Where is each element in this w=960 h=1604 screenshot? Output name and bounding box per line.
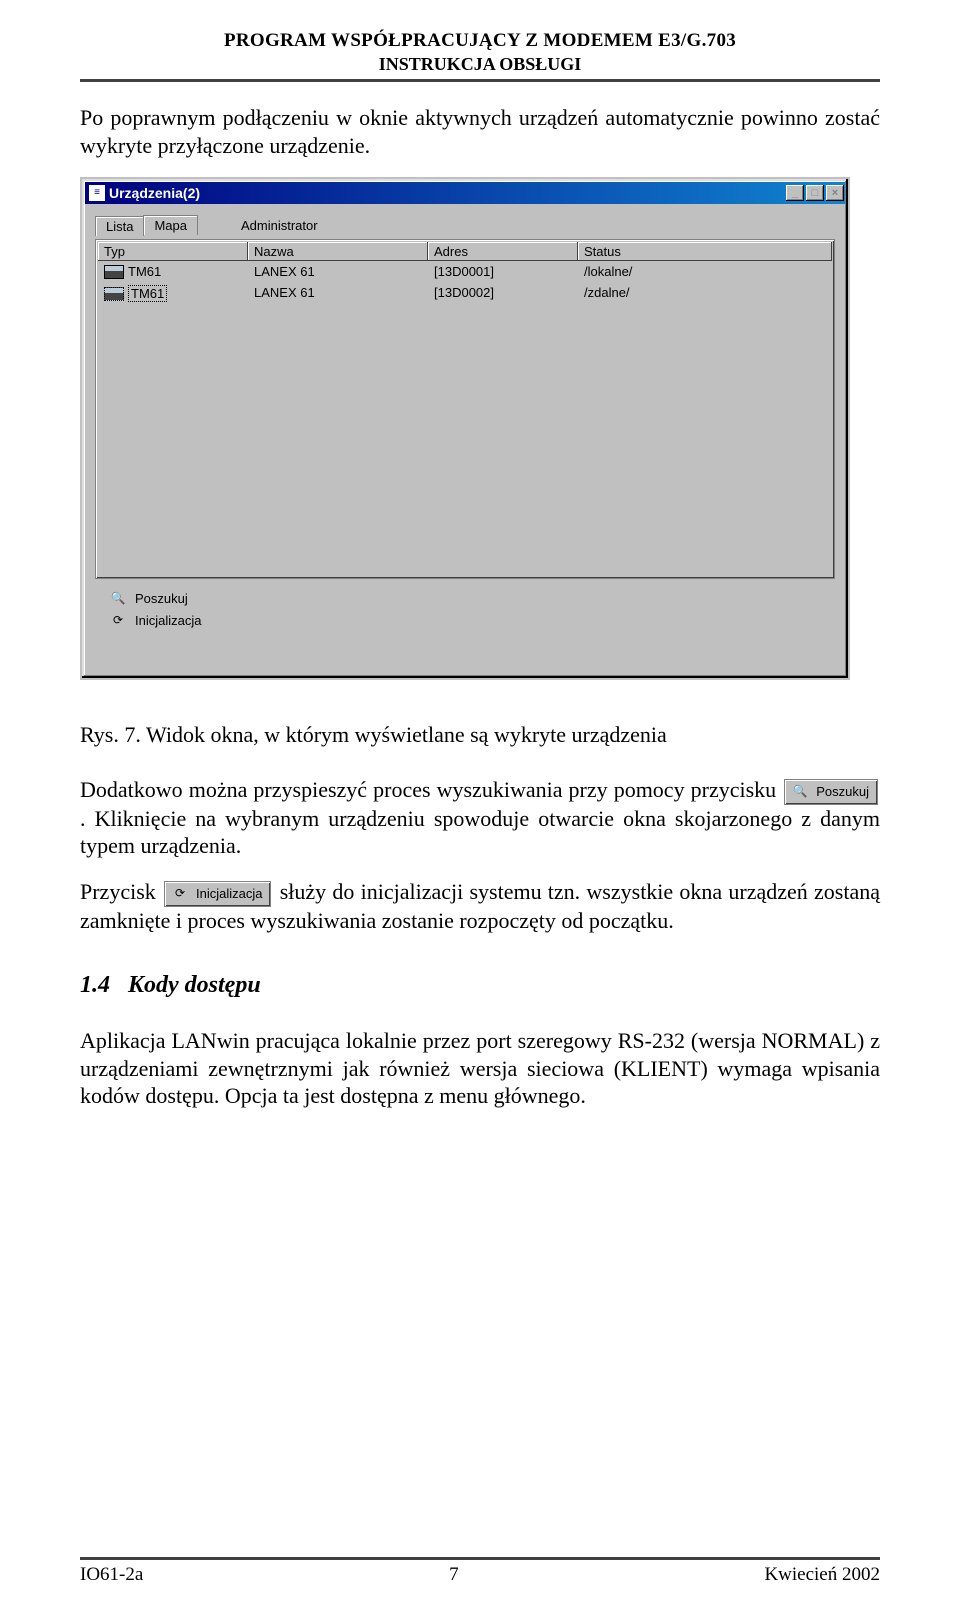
- titlebar: ≡ Urządzenia(2) _ □ ×: [85, 182, 845, 204]
- search-icon: 🔍: [789, 783, 811, 801]
- table-row[interactable]: TM61 LANEX 61 [13D0001] /lokalne/: [98, 261, 832, 282]
- tab-mapa[interactable]: Mapa: [143, 215, 198, 235]
- table-row[interactable]: TM61 LANEX 61 [13D0002] /zdalne/: [98, 282, 832, 305]
- paragraph-1: Po poprawnym podłączeniu w oknie aktywny…: [80, 104, 880, 159]
- device-icon: [104, 265, 124, 279]
- poszukuj-inline-button[interactable]: 🔍 Poszukuj: [784, 779, 878, 805]
- tab-lista[interactable]: Lista: [95, 216, 144, 236]
- window-title: Urządzenia(2): [109, 185, 785, 201]
- device-table: Typ Nazwa Adres Status TM61 LANEX 61 [13…: [95, 239, 835, 579]
- device-icon: [104, 287, 124, 301]
- doc-title: PROGRAM WSPÓŁPRACUJĄCY Z MODEMEM E3/G.70…: [80, 30, 880, 52]
- app-icon: ≡: [89, 185, 105, 201]
- col-status[interactable]: Status: [578, 242, 832, 261]
- inicjalizacja-inline-button[interactable]: ⟳ Inicjalizacja: [164, 881, 271, 907]
- close-button[interactable]: ×: [826, 185, 844, 201]
- col-typ[interactable]: Typ: [98, 242, 248, 261]
- paragraph-4: Aplikacja LANwin pracująca lokalnie prze…: [80, 1027, 880, 1110]
- divider: [80, 79, 880, 82]
- admin-label: Administrator: [241, 218, 318, 233]
- maximize-button[interactable]: □: [806, 185, 824, 201]
- footer-left: IO61-2a: [80, 1564, 143, 1586]
- devices-window: ≡ Urządzenia(2) _ □ × Lista Mapa Adminis…: [80, 177, 850, 680]
- figure-caption: Rys. 7. Widok okna, w którym wyświetlane…: [80, 722, 880, 748]
- doc-subtitle: INSTRUKCJA OBSŁUGI: [80, 54, 880, 75]
- section-heading: 1.4 Kody dostępu: [80, 972, 880, 999]
- page-footer: IO61-2a 7 Kwiecień 2002: [80, 1549, 880, 1586]
- minimize-button[interactable]: _: [786, 185, 804, 201]
- paragraph-2: Dodatkowo można przyspieszyć proces wysz…: [80, 776, 880, 860]
- search-icon: 🔍: [107, 589, 129, 607]
- footer-right: Kwiecień 2002: [764, 1564, 880, 1586]
- poszukuj-button[interactable]: 🔍 Poszukuj: [107, 589, 835, 607]
- inicjalizacja-button[interactable]: ⟳ Inicjalizacja: [107, 611, 835, 629]
- init-icon: ⟳: [107, 611, 129, 629]
- init-icon: ⟳: [169, 885, 191, 903]
- col-nazwa[interactable]: Nazwa: [248, 242, 428, 261]
- paragraph-3: Przycisk ⟳ Inicjalizacja służy do inicja…: [80, 878, 880, 934]
- col-adres[interactable]: Adres: [428, 242, 578, 261]
- footer-page-number: 7: [449, 1564, 459, 1586]
